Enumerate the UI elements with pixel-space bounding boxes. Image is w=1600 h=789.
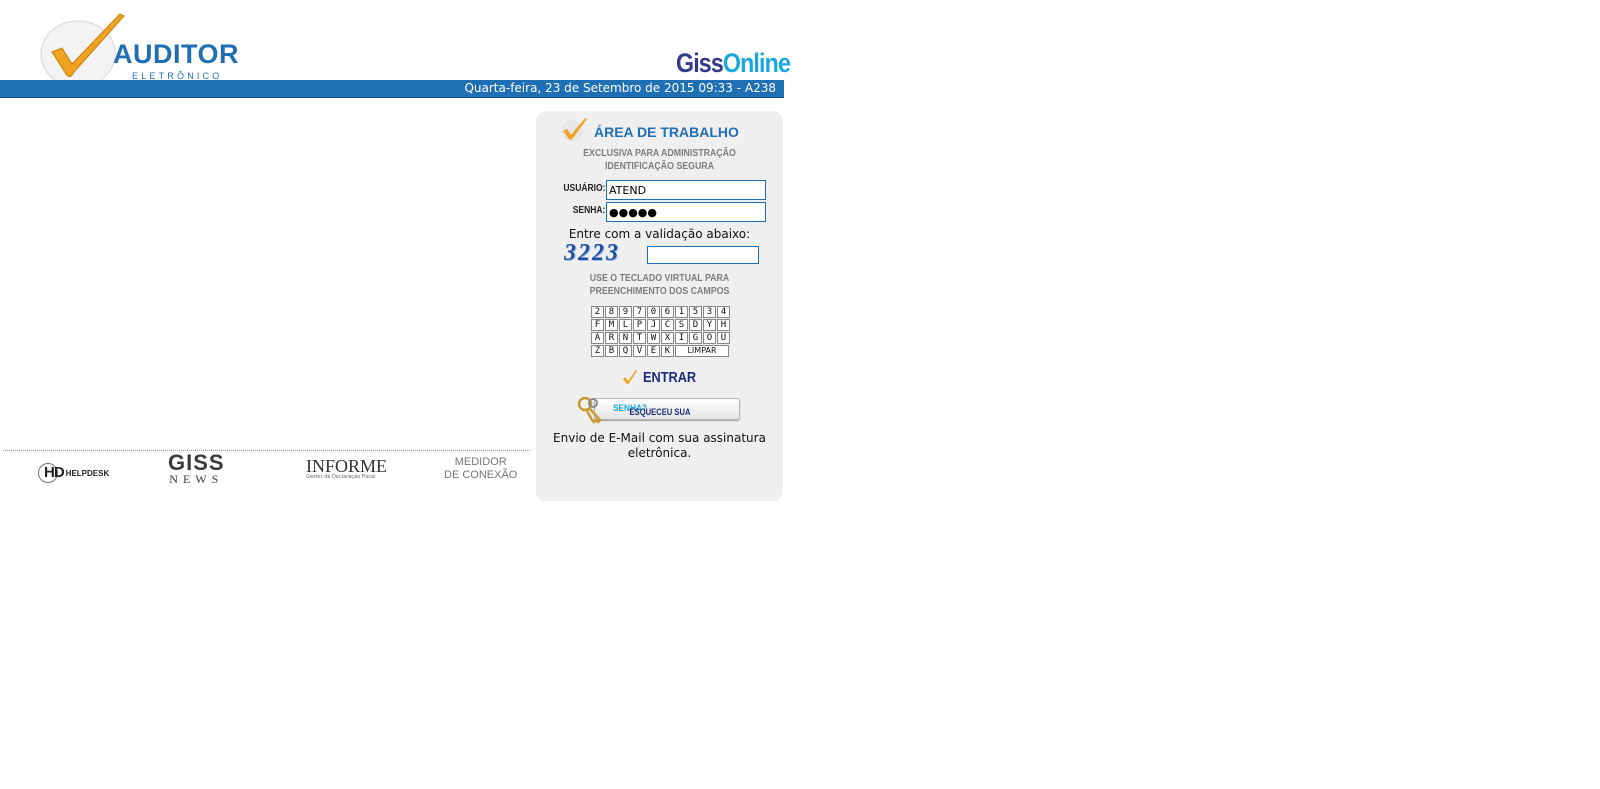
keyboard-key[interactable]: Z <box>591 345 604 357</box>
gissnews-top: GISS <box>168 450 225 475</box>
keyboard-key[interactable]: 6 <box>661 306 674 318</box>
keyboard-key[interactable]: 5 <box>689 306 702 318</box>
password-row: SENHA: <box>536 202 783 222</box>
keyboard-key[interactable]: U <box>717 332 730 344</box>
keyboard-row: ARNTWXIGOU <box>591 332 731 345</box>
keyboard-key[interactable]: M <box>605 319 618 331</box>
keyboard-key[interactable]: 7 <box>633 306 646 318</box>
keyboard-key[interactable]: P <box>633 319 646 331</box>
keyboard-hint-line1: USE O TECLADO VIRTUAL PARA <box>589 273 730 284</box>
keyboard-key[interactable]: E <box>647 345 660 357</box>
keyboard-row: FMLPJCSDYH <box>591 319 731 332</box>
captcha-image: 3223 <box>564 240 620 266</box>
logo-title: AUDITOR <box>113 39 240 69</box>
keyboard-key[interactable]: 8 <box>605 306 618 318</box>
password-input[interactable] <box>606 202 766 222</box>
keyboard-key[interactable]: S <box>675 319 688 331</box>
panel-title: ÁREA DE TRABALHO <box>560 117 760 145</box>
keyboard-key[interactable]: T <box>633 332 646 344</box>
virtual-keyboard: 2 8 9 7 0 6 1 5 3 4 F M L P J C S D Y H A R N T W X I G O U Z B Q V E K LIMP… <box>591 306 731 358</box>
panel-subtitle-line2: IDENTIFICAÇÃO SEGURA <box>604 161 715 172</box>
keyboard-key[interactable]: R <box>605 332 618 344</box>
informe-subtitle: Gestor de Declaração Fiscal <box>306 474 376 480</box>
keyboard-key[interactable]: B <box>605 345 618 357</box>
gissnews-bottom: NEWS <box>169 472 224 486</box>
keyboard-key[interactable]: O <box>703 332 716 344</box>
brand-part-giss: Giss <box>676 48 724 78</box>
username-label: USUÁRIO: <box>562 183 605 194</box>
informe-link[interactable]: INFORME Gestor de Declaração Fiscal <box>306 456 387 492</box>
keyboard-row: Z B Q V E K LIMPAR <box>591 345 731 358</box>
header: AUDITOR ELETRÔNICO GissOnline Quarta-fei… <box>0 0 791 98</box>
keyboard-key[interactable]: A <box>591 332 604 344</box>
date-bar: Quarta-feira, 23 de Setembro de 2015 09:… <box>0 80 784 98</box>
checkmark-icon <box>623 369 637 384</box>
keyboard-key[interactable]: 1 <box>675 306 688 318</box>
keyboard-key[interactable]: 3 <box>703 306 716 318</box>
keyboard-row: 2897061534 <box>591 306 731 319</box>
keyboard-clear-key[interactable]: LIMPAR <box>675 345 729 357</box>
keyboard-key[interactable]: V <box>633 345 646 357</box>
captcha-label: Entre com a validação abaixo: <box>568 227 751 241</box>
keyboard-key[interactable]: Q <box>619 345 632 357</box>
helpdesk-link[interactable]: HD HELPDESK <box>38 463 109 499</box>
enter-button[interactable]: ENTRAR <box>622 367 706 386</box>
keyboard-key[interactable]: D <box>689 319 702 331</box>
password-label: SENHA: <box>572 205 605 216</box>
helpdesk-text: HELPDESK <box>65 468 110 478</box>
forgot-password-box: ESQUECEU SUA SENHA? <box>594 398 740 420</box>
email-note: Envio de E-Mail com sua assinatura eletr… <box>553 431 766 460</box>
date-text: Quarta-feira, 23 de Setembro de 2015 09:… <box>464 81 776 95</box>
keyboard-hint: USE O TECLADO VIRTUAL PARA PREENCHIMENTO… <box>551 272 768 298</box>
gissnews-link[interactable]: GISS NEWS <box>168 450 225 489</box>
footer-divider <box>3 450 530 451</box>
username-input[interactable] <box>606 180 766 200</box>
keyboard-key[interactable]: G <box>689 332 702 344</box>
helpdesk-mark: HD <box>44 464 65 482</box>
keyboard-key[interactable]: Y <box>703 319 716 331</box>
medidor-bottom: DE CONEXÃO <box>444 469 518 481</box>
panel-title-text: ÁREA DE TRABALHO <box>594 124 739 140</box>
keyboard-key[interactable]: N <box>619 332 632 344</box>
forgot-label-part1: ESQUECEU SUA <box>629 407 691 417</box>
keyboard-key[interactable]: X <box>661 332 674 344</box>
keyboard-key[interactable]: J <box>647 319 660 331</box>
checkmark-icon <box>561 118 587 142</box>
informe-title: INFORME <box>306 456 388 476</box>
keyboard-key[interactable]: I <box>675 332 688 344</box>
login-panel: ÁREA DE TRABALHO EXCLUSIVA PARA ADMINIST… <box>536 111 783 501</box>
keyboard-key[interactable]: 0 <box>647 306 660 318</box>
keyboard-key[interactable]: 2 <box>591 306 604 318</box>
brand-part-online: Online <box>722 48 791 78</box>
medidor-top: MEDIDOR <box>454 456 507 468</box>
forgot-password-button[interactable]: ESQUECEU SUA SENHA? <box>576 396 740 424</box>
keyboard-key[interactable]: F <box>591 319 604 331</box>
keyboard-key[interactable]: 9 <box>619 306 632 318</box>
keyboard-key[interactable]: K <box>661 345 674 357</box>
username-row: USUÁRIO: <box>536 180 783 200</box>
captcha-input[interactable] <box>647 246 759 264</box>
auditor-logo: AUDITOR ELETRÔNICO <box>40 12 240 88</box>
keyboard-key[interactable]: W <box>647 332 660 344</box>
keyboard-key[interactable]: H <box>717 319 730 331</box>
keyboard-key[interactable]: 4 <box>717 306 730 318</box>
keyboard-hint-line2: PREENCHIMENTO DOS CAMPOS <box>589 286 730 297</box>
panel-subtitle-line1: EXCLUSIVA PARA ADMINISTRAÇÃO <box>583 148 736 159</box>
medidor-link[interactable]: MEDIDOR DE CONEXÃO <box>444 456 517 492</box>
keyboard-key[interactable]: L <box>619 319 632 331</box>
gissonline-logo: GissOnline <box>676 48 791 79</box>
keyboard-key[interactable]: C <box>661 319 674 331</box>
keys-icon <box>577 396 602 424</box>
forgot-password-label: ESQUECEU SUA SENHA? <box>613 403 691 417</box>
panel-subtitle: EXCLUSIVA PARA ADMINISTRAÇÃO IDENTIFICAÇ… <box>551 147 768 173</box>
enter-label: ENTRAR <box>643 369 697 386</box>
